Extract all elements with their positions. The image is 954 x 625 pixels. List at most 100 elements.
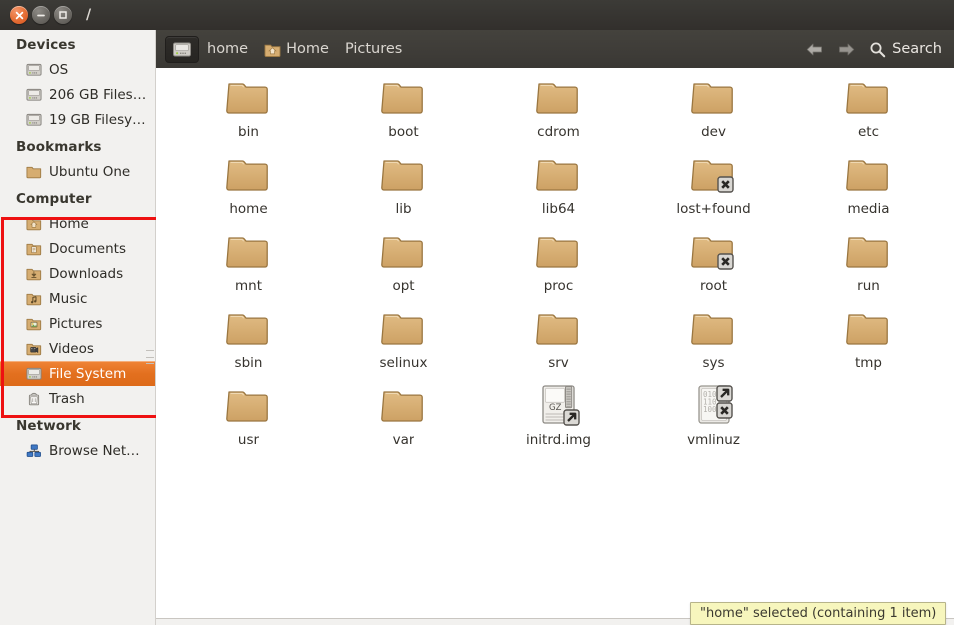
breadcrumb-item-pictures[interactable]: Pictures <box>337 37 410 61</box>
toolbar-actions: Search <box>805 41 954 58</box>
folder-icon <box>845 237 888 268</box>
sidebar-item-downloads[interactable]: Downloads <box>0 261 155 286</box>
file-list-view[interactable]: bin boot cdrom dev etc home lib lib64 lost+found… <box>156 68 954 625</box>
sidebar-item-label: Music <box>49 290 88 307</box>
sidebar-item-19-gb-filesy[interactable]: 19 GB Filesy… <box>0 107 155 132</box>
folder-icon <box>535 314 578 345</box>
file-item[interactable]: lib <box>326 149 481 226</box>
sidebar-resize-handle[interactable] <box>146 350 154 364</box>
file-item[interactable]: GZ initrd.img <box>481 380 636 457</box>
folder-icon <box>845 314 888 345</box>
sidebar-item-browse-net[interactable]: Browse Net… <box>0 438 155 463</box>
sidebar-item-206-gb-files[interactable]: 206 GB Files… <box>0 82 155 107</box>
close-icon <box>15 11 23 19</box>
sidebar-item-pictures[interactable]: Pictures <box>0 311 155 336</box>
symlink-emblem <box>715 385 733 402</box>
sidebar-item-file-system[interactable]: File System <box>0 361 155 386</box>
sidebar-item-music[interactable]: Music <box>0 286 155 311</box>
file-item[interactable]: boot <box>326 72 481 149</box>
file-item[interactable]: proc <box>481 226 636 303</box>
file-icon <box>535 303 583 351</box>
sidebar-section-computer: Computer <box>16 191 92 207</box>
file-item[interactable]: mnt <box>171 226 326 303</box>
file-item[interactable]: opt <box>326 226 481 303</box>
file-name-label: home <box>229 201 268 217</box>
sidebar-item-ubuntu-one[interactable]: Ubuntu One <box>0 159 155 184</box>
home-folder-icon <box>264 44 281 57</box>
sidebar-item-videos[interactable]: Videos <box>0 336 155 361</box>
videos-folder-icon <box>26 343 42 355</box>
maximize-button[interactable] <box>54 6 72 24</box>
folder-icon <box>845 160 888 191</box>
file-item[interactable]: root <box>636 226 791 303</box>
file-icon <box>845 149 893 197</box>
file-name-label: initrd.img <box>526 432 591 448</box>
forward-button[interactable] <box>837 42 856 57</box>
file-icon <box>690 149 738 197</box>
file-icon <box>380 149 428 197</box>
sidebar-item-label: 206 GB Files… <box>49 86 147 103</box>
minimize-button[interactable] <box>32 6 50 24</box>
drive-icon <box>26 88 42 101</box>
file-icon <box>535 149 583 197</box>
file-item[interactable]: home <box>171 149 326 226</box>
file-item[interactable]: sys <box>636 303 791 380</box>
breadcrumb-item-home-dir[interactable]: home <box>199 37 256 61</box>
file-item[interactable]: srv <box>481 303 636 380</box>
sidebar-item-label: File System <box>49 365 127 382</box>
close-button[interactable] <box>10 6 28 24</box>
no-access-emblem <box>716 176 734 193</box>
file-icon <box>845 226 893 274</box>
arrow-right-icon <box>839 43 855 55</box>
folder-icon <box>380 237 423 268</box>
file-icon <box>225 149 273 197</box>
minimize-icon <box>37 14 45 16</box>
sidebar-item-home[interactable]: Home <box>0 211 155 236</box>
folder-icon <box>225 160 268 191</box>
file-name-label: selinux <box>379 355 428 371</box>
file-name-label: tmp <box>854 355 882 371</box>
documents-folder-icon <box>26 243 42 255</box>
sidebar-item-label: Pictures <box>49 315 103 332</box>
binary-file-icon: 0101101100 <box>697 385 733 424</box>
sidebar-item-label: Ubuntu One <box>49 163 131 180</box>
sidebar-item-label: Downloads <box>49 265 124 282</box>
sidebar-item-documents[interactable]: Documents <box>0 236 155 261</box>
file-item[interactable]: lost+found <box>636 149 791 226</box>
file-icon <box>380 72 428 120</box>
file-item[interactable]: var <box>326 380 481 457</box>
file-item[interactable]: media <box>791 149 946 226</box>
file-item[interactable]: 010 1101 100 vmlinuz <box>636 380 791 457</box>
network-icon <box>26 444 41 457</box>
breadcrumb-item-home[interactable]: Home <box>256 37 337 61</box>
file-item[interactable]: bin <box>171 72 326 149</box>
file-item[interactable]: usr <box>171 380 326 457</box>
sidebar-item-label: Browse Net… <box>49 442 140 459</box>
sidebar-item-os[interactable]: OS <box>0 57 155 82</box>
file-item[interactable]: dev <box>636 72 791 149</box>
folder-icon <box>225 391 268 422</box>
file-item[interactable]: lib64 <box>481 149 636 226</box>
archive-icon: GZ <box>541 385 580 426</box>
breadcrumb-location-button[interactable] <box>165 35 199 63</box>
folder-icon <box>225 314 268 345</box>
file-item[interactable]: run <box>791 226 946 303</box>
file-name-label: sys <box>702 355 725 371</box>
search-button[interactable]: Search <box>869 41 942 58</box>
file-name-label: boot <box>388 124 419 140</box>
folder-icon <box>380 314 423 345</box>
file-icon <box>845 303 893 351</box>
file-icon <box>535 72 583 120</box>
file-item[interactable]: cdrom <box>481 72 636 149</box>
file-icon <box>380 226 428 274</box>
sidebar-item-trash[interactable]: Trash <box>0 386 155 411</box>
file-item[interactable]: sbin <box>171 303 326 380</box>
back-button[interactable] <box>805 42 824 57</box>
file-item[interactable]: selinux <box>326 303 481 380</box>
file-icon <box>845 72 893 120</box>
file-icon <box>380 303 428 351</box>
file-item[interactable]: tmp <box>791 303 946 380</box>
file-item[interactable]: etc <box>791 72 946 149</box>
file-icon <box>380 380 428 428</box>
file-icon <box>225 303 273 351</box>
